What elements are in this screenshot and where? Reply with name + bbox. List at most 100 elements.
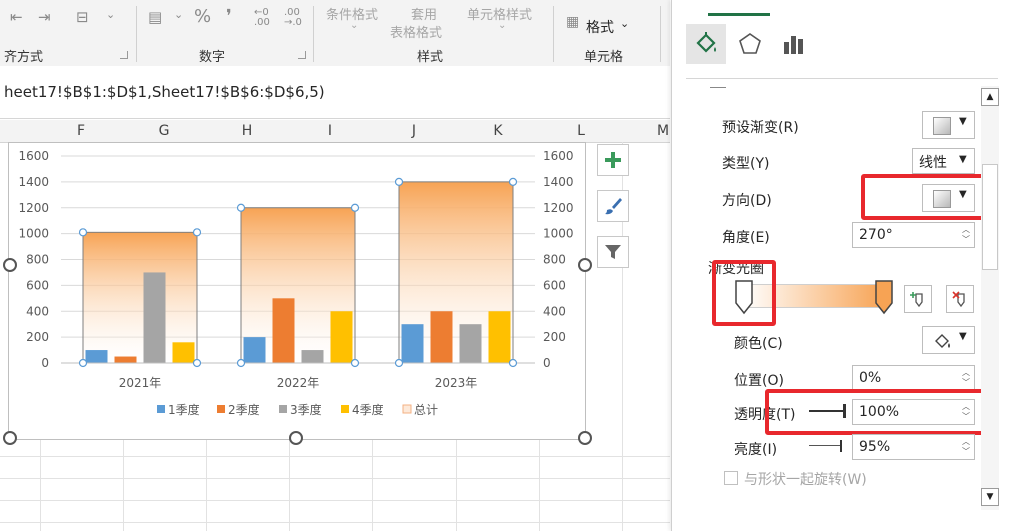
format-button[interactable]: 格式 — [586, 17, 614, 37]
bar-chart-icon — [784, 36, 803, 54]
column-header-i[interactable]: I — [320, 123, 340, 139]
tab-indicator — [708, 13, 770, 16]
formula-bar[interactable]: heet17!$B$1:$D$1,Sheet17!$B$6:$D$6,5) — [0, 66, 670, 119]
bar-1季度[interactable] — [85, 350, 108, 363]
chevron-down-icon[interactable]: ﹀ — [962, 235, 970, 244]
resize-handle[interactable] — [3, 258, 17, 272]
position-input[interactable]: 0% ︿ ﹀ — [852, 365, 975, 391]
increase-decimal-icon[interactable]: ←0.00 — [254, 8, 270, 28]
bar-1季度[interactable] — [243, 337, 266, 363]
bar-4季度[interactable] — [172, 342, 195, 363]
resize-handle[interactable] — [289, 431, 303, 445]
selection-handle[interactable] — [350, 358, 360, 368]
comma-style-button[interactable]: ❜ — [226, 6, 232, 27]
increase-indent-icon[interactable]: ⇥ — [38, 8, 51, 26]
pentagon-icon — [739, 33, 761, 54]
decrease-indent-icon[interactable]: ⇤ — [10, 8, 23, 26]
chart-filters-button[interactable] — [597, 236, 629, 268]
selection-handle[interactable] — [78, 358, 88, 368]
position-label: 位置(O) — [734, 373, 784, 389]
caret-down-icon: ▼ — [959, 154, 967, 165]
selection-handle[interactable] — [192, 358, 202, 368]
rotate-checkbox[interactable] — [724, 471, 738, 485]
chart-elements-button[interactable] — [597, 144, 629, 176]
column-header-h[interactable]: H — [237, 123, 257, 139]
cells-group-label: 单元格 — [584, 50, 624, 65]
angle-input[interactable]: 270° ︿ ﹀ — [852, 222, 975, 248]
slider-thumb[interactable] — [840, 440, 842, 452]
resize-handle[interactable] — [3, 431, 17, 445]
align-launcher-icon[interactable] — [120, 51, 128, 59]
color-dropdown[interactable]: ▼ — [922, 326, 975, 354]
selection-handle[interactable] — [192, 228, 202, 237]
brightness-label: 亮度(I) — [734, 442, 778, 458]
legend-swatch — [402, 404, 412, 414]
fill-line-tab[interactable] — [686, 24, 726, 64]
column-header-f[interactable]: F — [71, 123, 91, 139]
chevron-up-icon[interactable]: ︿ — [962, 225, 970, 234]
effects-tab[interactable] — [734, 28, 766, 60]
chevron-down-icon[interactable]: ﹀ — [962, 447, 970, 456]
chart-styles-button[interactable] — [597, 190, 629, 222]
brightness-slider[interactable] — [809, 445, 841, 446]
selection-handle[interactable] — [508, 177, 518, 186]
selection-handle[interactable] — [508, 358, 518, 368]
column-header-m[interactable]: M — [653, 123, 673, 139]
bar-2季度[interactable] — [272, 298, 295, 363]
resize-handle[interactable] — [578, 431, 592, 445]
chevron-up-icon[interactable]: ︿ — [962, 368, 970, 377]
merge-cells-icon[interactable]: ⊟ — [76, 8, 89, 26]
preset-gradient-dropdown[interactable]: ▼ — [922, 111, 975, 139]
bar-3季度[interactable] — [301, 350, 324, 363]
chevron-down-icon[interactable]: ⌄ — [174, 8, 183, 21]
bar-2季度[interactable] — [430, 311, 453, 363]
percent-style-button[interactable]: % — [194, 6, 211, 27]
bar-1季度[interactable] — [401, 324, 424, 363]
scroll-up-button[interactable]: ▲ — [981, 88, 999, 106]
column-header-l[interactable]: L — [571, 123, 591, 139]
selection-handle[interactable] — [236, 358, 246, 368]
bar-3季度[interactable] — [143, 272, 166, 363]
column-header-j[interactable]: J — [404, 123, 424, 139]
format-cells-icon[interactable]: ▦ — [566, 14, 579, 30]
scrollbar-thumb[interactable] — [982, 164, 998, 270]
remove-gradient-stop-button[interactable] — [946, 285, 974, 313]
accounting-format-icon[interactable]: ▤ — [148, 8, 162, 26]
selection-handle[interactable] — [394, 177, 404, 186]
selection-handle[interactable] — [78, 228, 88, 237]
selection-handle[interactable] — [236, 203, 246, 212]
legend-swatch — [157, 405, 165, 413]
selection-handle[interactable] — [350, 203, 360, 212]
resize-handle[interactable] — [578, 258, 592, 272]
column-headers: F G H I J K L M — [0, 120, 670, 143]
gradient-stop-handle[interactable] — [874, 279, 894, 317]
table-format-button[interactable]: 套用 — [411, 4, 437, 23]
chevron-down-icon[interactable]: ⌄ — [106, 8, 115, 21]
selection-handle[interactable] — [394, 358, 404, 368]
series-options-tab[interactable] — [778, 28, 810, 60]
bar-3季度[interactable] — [459, 324, 482, 363]
bar-4季度[interactable] — [330, 311, 353, 363]
decrease-decimal-icon[interactable]: .00 →.0 — [284, 8, 302, 28]
number-group-label: 数字 — [199, 50, 226, 65]
scrollbar[interactable] — [981, 86, 999, 510]
brightness-input[interactable]: 95% ︿ ﹀ — [852, 434, 975, 460]
column-header-g[interactable]: G — [154, 123, 174, 139]
chevron-down-icon: ⌄ — [498, 20, 507, 31]
chart-area[interactable]: 1600 1600 1400 1400 1200 1200 1000 1000 800 800 60… — [8, 142, 586, 440]
number-launcher-icon[interactable] — [298, 51, 306, 59]
divider — [136, 6, 137, 62]
divider — [313, 6, 314, 62]
scroll-down-button[interactable]: ▼ — [981, 488, 999, 506]
type-dropdown[interactable]: 线性 ▼ — [912, 148, 975, 174]
direction-label: 方向(D) — [722, 193, 772, 209]
add-gradient-stop-button[interactable] — [904, 285, 932, 313]
chevron-up-icon[interactable]: ︿ — [962, 437, 970, 446]
chart-plot[interactable]: 1600 1600 1400 1400 1200 1200 1000 1000 800 800 60… — [9, 143, 585, 439]
column-header-k[interactable]: K — [488, 123, 508, 139]
bar-4季度[interactable] — [488, 311, 511, 363]
bar-2季度[interactable] — [114, 356, 137, 363]
y-tick-label: 1400 — [18, 175, 49, 189]
chevron-down-icon[interactable]: ﹀ — [962, 378, 970, 387]
angle-label: 角度(E) — [722, 230, 770, 246]
